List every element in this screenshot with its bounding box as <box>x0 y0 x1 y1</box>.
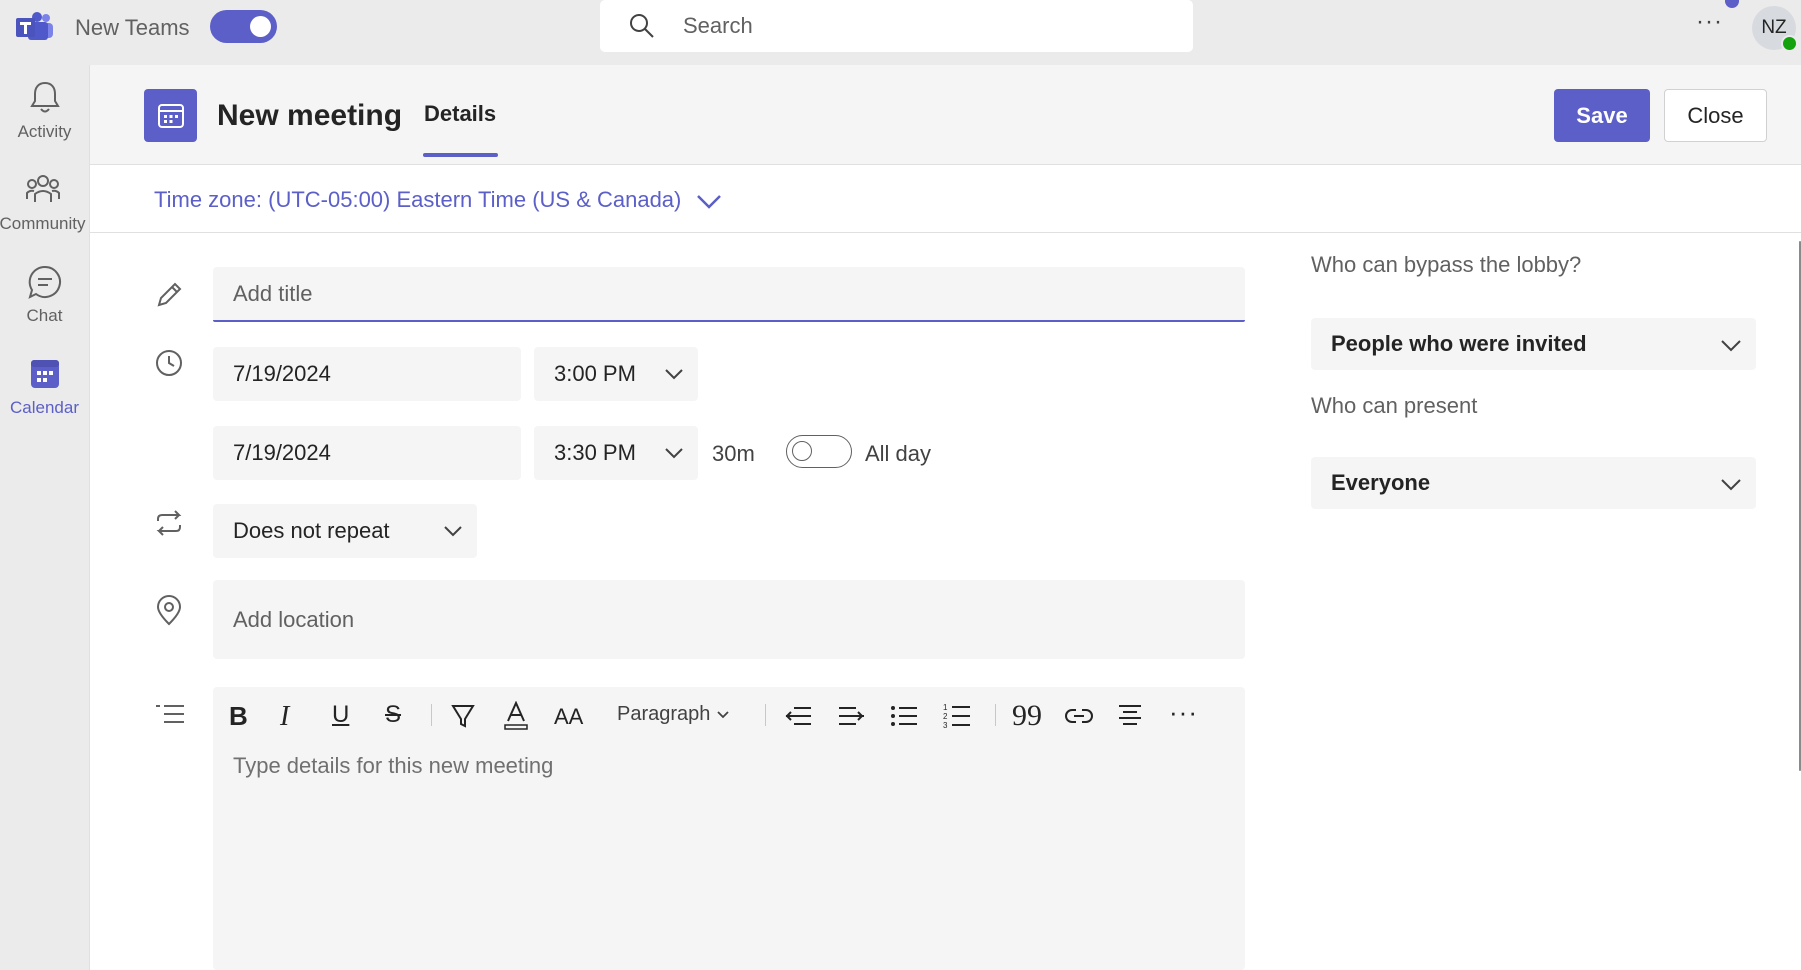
meeting-calendar-icon <box>144 89 197 142</box>
rail-label: Calendar <box>10 398 79 417</box>
close-button[interactable]: Close <box>1664 89 1767 142</box>
timezone-selector[interactable]: Time zone: (UTC-05:00) Eastern Time (US … <box>154 187 681 213</box>
presenter-label: Who can present <box>1311 393 1478 418</box>
location-icon <box>156 595 182 626</box>
font-color-icon[interactable] <box>503 701 529 731</box>
end-time-select[interactable]: 3:30 PM <box>534 426 698 480</box>
svg-text:2: 2 <box>943 712 948 721</box>
tab-details[interactable]: Details <box>424 101 496 149</box>
teams-logo-icon[interactable] <box>16 12 54 42</box>
clock-icon <box>156 350 182 376</box>
toolbar-divider <box>995 704 996 726</box>
lobby-label: Who can bypass the lobby? <box>1311 252 1582 277</box>
bell-icon <box>29 81 60 113</box>
calendar-icon <box>30 360 59 388</box>
avatar-initials: NZ <box>1761 17 1787 38</box>
presenter-value: Everyone <box>1331 470 1431 495</box>
underline-icon[interactable]: U <box>332 701 349 729</box>
location-field[interactable] <box>213 580 1245 659</box>
notification-dot <box>1725 0 1739 8</box>
all-day-label: All day <box>865 441 932 466</box>
details-list-icon <box>156 705 184 723</box>
active-tab-indicator <box>423 153 498 157</box>
paragraph-style-value: Paragraph <box>617 703 711 725</box>
link-icon[interactable] <box>1064 707 1094 725</box>
rail-label: Community <box>0 214 86 233</box>
avatar[interactable]: NZ <box>1752 6 1798 52</box>
meeting-form-panel: New meeting Details Save Close Time zone… <box>89 65 1801 970</box>
decrease-indent-icon[interactable] <box>784 705 812 727</box>
details-textarea[interactable] <box>233 753 1223 953</box>
search-icon <box>630 14 654 38</box>
repeat-value: Does not repeat <box>233 518 390 543</box>
font-size-icon[interactable]: AA <box>554 704 583 730</box>
svg-text:3: 3 <box>943 721 948 729</box>
chevron-down-icon <box>665 369 683 380</box>
chat-icon <box>27 265 61 299</box>
chevron-down-icon <box>665 448 683 459</box>
presenter-select[interactable]: Everyone <box>1311 457 1756 509</box>
save-button[interactable]: Save <box>1554 89 1650 142</box>
location-input[interactable] <box>213 580 1245 659</box>
app-name: New Teams <box>75 15 190 40</box>
meeting-header: New meeting Details Save Close <box>90 65 1801 165</box>
timezone-row: Time zone: (UTC-05:00) Eastern Time (US … <box>90 165 1801 233</box>
lobby-select[interactable]: People who were invited <box>1311 318 1756 370</box>
search-box[interactable] <box>600 0 1193 52</box>
search-input[interactable] <box>683 8 1163 44</box>
toolbar-divider <box>431 704 432 726</box>
end-date-value: 7/19/2024 <box>233 440 331 465</box>
highlight-icon[interactable] <box>450 703 476 729</box>
formatting-toolbar: B I U S AA Paragraph 123 99 ··· <box>213 687 1245 743</box>
lobby-value: People who were invited <box>1331 331 1587 356</box>
bullet-list-icon[interactable] <box>890 705 918 727</box>
presence-available-icon <box>1781 35 1798 52</box>
duration-label: 30m <box>712 441 755 466</box>
toolbar-divider <box>765 704 766 726</box>
strikethrough-icon[interactable]: S <box>385 701 401 729</box>
toggle-knob <box>792 441 812 461</box>
title-input[interactable] <box>213 267 1245 320</box>
more-options-icon[interactable]: ··· <box>1696 8 1723 36</box>
top-bar: New Teams ··· NZ <box>0 0 1801 65</box>
pencil-icon <box>157 282 182 307</box>
toggle-knob <box>250 16 271 37</box>
new-teams-toggle[interactable] <box>210 10 277 43</box>
chevron-down-icon <box>1721 340 1741 352</box>
start-time-select[interactable]: 3:00 PM <box>534 347 698 401</box>
chevron-down-icon[interactable] <box>695 193 723 211</box>
paragraph-style-select[interactable]: Paragraph <box>617 703 730 726</box>
chevron-down-icon <box>444 526 462 537</box>
increase-indent-icon[interactable] <box>837 705 865 727</box>
end-time-value: 3:30 PM <box>554 440 636 465</box>
svg-text:1: 1 <box>943 703 948 712</box>
repeat-icon <box>156 510 182 536</box>
chevron-down-icon <box>1721 479 1741 491</box>
end-date-field[interactable]: 7/19/2024 <box>213 426 521 480</box>
bold-icon[interactable]: B <box>229 701 248 732</box>
rail-item-community[interactable]: Community <box>0 172 89 256</box>
rail-item-calendar[interactable]: Calendar <box>0 356 89 440</box>
start-date-value: 7/19/2024 <box>233 361 331 386</box>
quote-icon[interactable]: 99 <box>1012 699 1042 733</box>
all-day-toggle[interactable] <box>786 435 852 468</box>
left-rail: Activity Community Chat Calendar <box>0 65 89 970</box>
rail-label: Activity <box>17 122 72 141</box>
start-date-field[interactable]: 7/19/2024 <box>213 347 521 401</box>
more-formatting-icon[interactable]: ··· <box>1169 697 1198 728</box>
rail-item-activity[interactable]: Activity <box>0 80 89 164</box>
align-icon[interactable] <box>1117 703 1143 729</box>
title-field[interactable] <box>213 267 1245 322</box>
page-title: New meeting <box>217 99 403 132</box>
start-time-value: 3:00 PM <box>554 361 636 386</box>
rail-label: Chat <box>26 306 63 325</box>
people-icon <box>25 175 60 202</box>
chevron-down-icon <box>717 711 729 719</box>
numbered-list-icon[interactable]: 123 <box>943 703 971 729</box>
italic-icon[interactable]: I <box>280 701 289 733</box>
rail-item-chat[interactable]: Chat <box>0 264 89 348</box>
details-editor[interactable]: B I U S AA Paragraph 123 99 ··· <box>213 687 1245 970</box>
repeat-select[interactable]: Does not repeat <box>213 504 477 558</box>
